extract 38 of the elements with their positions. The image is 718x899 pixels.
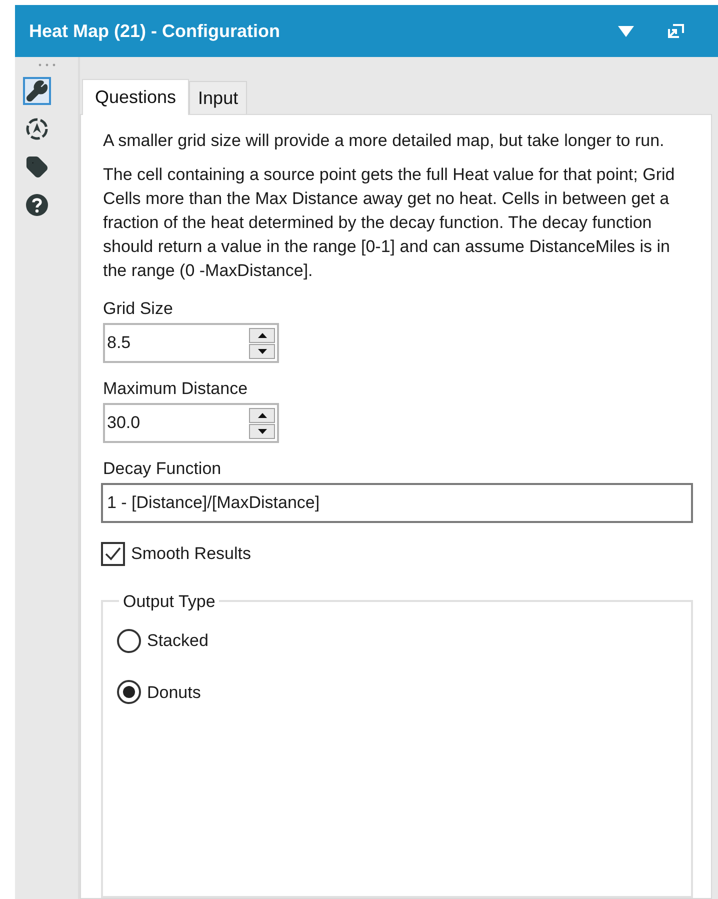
radio-button[interactable] xyxy=(117,680,141,704)
spin-up-button[interactable] xyxy=(249,328,275,342)
check-icon xyxy=(105,546,121,561)
number-spinner[interactable]: 8.5 xyxy=(103,323,279,363)
tab[interactable]: Input xyxy=(189,81,248,114)
down-arrow-icon xyxy=(258,428,266,434)
window-title: Heat Map (21) - Configuration xyxy=(29,20,281,43)
field-label: Decay Function xyxy=(103,458,222,480)
restore-icon xyxy=(666,22,686,40)
checkbox[interactable] xyxy=(101,542,125,566)
description-text: The cell containing a source point gets the full Heat value for that point; Grid Cells more than the Max Distance away get no heat. Cells in between get a fraction of the heat determined by the decay function. The decay function should return a value in the range [0-1] and can assume DistanceMiles is in the range (0 -MaxDistance]. xyxy=(103,164,676,282)
compass-icon xyxy=(25,117,49,141)
decay-function-field[interactable]: 1 - [Distance]/[MaxDistance] xyxy=(101,483,693,523)
spinner-value: 8.5 xyxy=(106,332,132,354)
up-arrow-icon xyxy=(258,412,266,418)
tab[interactable]: Questions xyxy=(82,79,190,115)
tag-icon xyxy=(26,156,48,178)
group-title: Output Type xyxy=(122,590,216,612)
caret-icon xyxy=(618,26,634,36)
field-label: Maximum Distance xyxy=(103,378,249,400)
radio-option[interactable]: Stacked xyxy=(117,628,677,654)
up-arrow-icon xyxy=(258,332,266,338)
sidebar-tool-button[interactable] xyxy=(23,77,51,105)
spinner-value: 30.0 xyxy=(106,412,142,434)
spin-down-button[interactable] xyxy=(249,424,275,438)
smooth-results-checkbox[interactable]: Smooth Results xyxy=(101,541,693,566)
wrench-icon xyxy=(26,80,48,102)
help-icon xyxy=(25,193,49,217)
grip-icon xyxy=(36,63,56,67)
description-text: A smaller grid size will provide a more detailed map, but take longer to run. xyxy=(103,130,666,152)
radio-button[interactable] xyxy=(117,628,141,653)
sidebar-tool-button[interactable] xyxy=(23,191,51,219)
down-arrow-icon xyxy=(258,348,266,354)
spin-down-button[interactable] xyxy=(249,344,275,358)
field-label: Grid Size xyxy=(103,298,174,320)
number-spinner[interactable]: 30.0 xyxy=(103,403,279,443)
spin-up-button[interactable] xyxy=(249,408,275,422)
radio-option[interactable]: Donuts xyxy=(117,680,677,705)
